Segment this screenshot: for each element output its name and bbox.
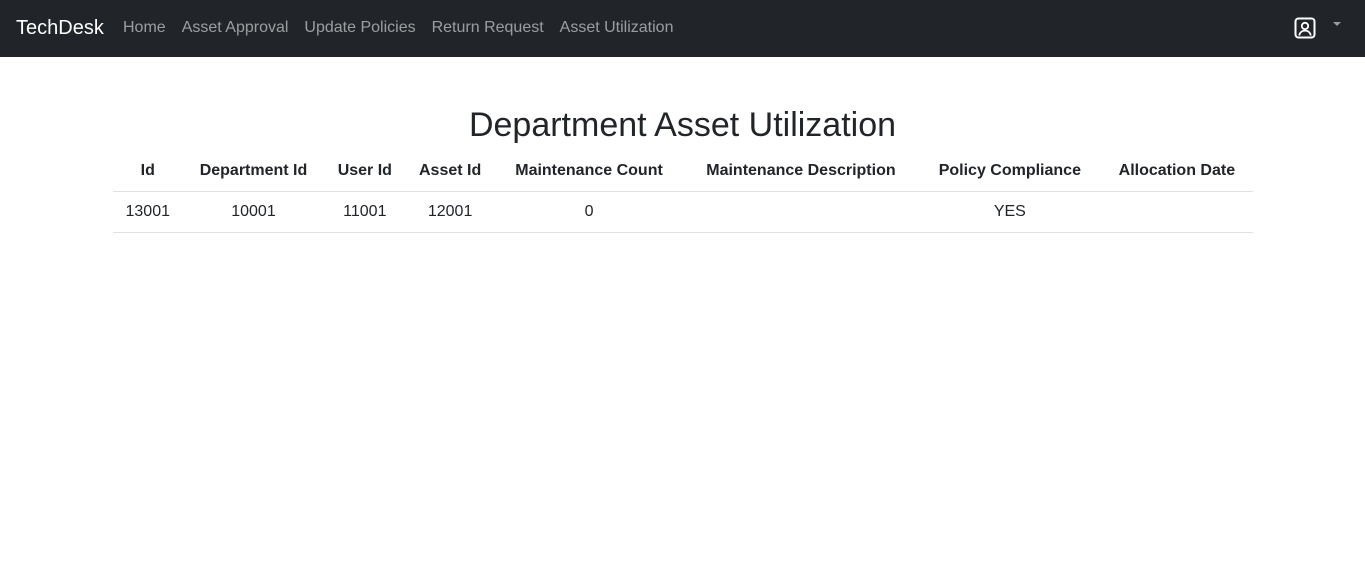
column-header-allocation-date: Allocation Date <box>1100 151 1253 192</box>
column-header-maintenance-description: Maintenance Description <box>682 151 919 192</box>
table-row: 13001 10001 11001 12001 0 YES <box>113 191 1253 233</box>
cell-allocation-date <box>1100 191 1253 233</box>
column-header-maintenance-count: Maintenance Count <box>495 151 683 192</box>
nav-update-policies[interactable]: Update Policies <box>296 16 423 40</box>
column-header-id: Id <box>113 151 183 192</box>
caret-down-icon <box>1333 22 1341 26</box>
cell-user-id: 11001 <box>324 191 406 233</box>
cell-maintenance-description <box>682 191 919 233</box>
cell-department-id: 10001 <box>182 191 325 233</box>
column-header-policy-compliance: Policy Compliance <box>918 151 1101 192</box>
nav-return-request[interactable]: Return Request <box>424 16 552 40</box>
cell-maintenance-count: 0 <box>495 191 683 233</box>
user-menu-toggle[interactable] <box>1294 17 1341 39</box>
user-badge-icon <box>1294 17 1316 39</box>
nav-links: Home Asset Approval Update Policies Retu… <box>115 16 681 40</box>
column-header-user-id: User Id <box>324 151 406 192</box>
column-header-department-id: Department Id <box>182 151 325 192</box>
cell-asset-id: 12001 <box>405 191 496 233</box>
brand-link[interactable]: TechDesk <box>16 15 104 41</box>
column-header-asset-id: Asset Id <box>405 151 496 192</box>
top-navbar: TechDesk Home Asset Approval Update Poli… <box>0 0 1365 57</box>
nav-asset-approval[interactable]: Asset Approval <box>174 16 297 40</box>
table-header-row: Id Department Id User Id Asset Id Mainte… <box>113 151 1253 192</box>
utilization-table-container: Id Department Id User Id Asset Id Mainte… <box>113 151 1253 233</box>
cell-id: 13001 <box>113 191 183 233</box>
nav-asset-utilization[interactable]: Asset Utilization <box>552 16 682 40</box>
utilization-table: Id Department Id User Id Asset Id Mainte… <box>113 151 1253 233</box>
nav-home[interactable]: Home <box>115 16 174 40</box>
cell-policy-compliance: YES <box>918 191 1101 233</box>
page-title: Department Asset Utilization <box>468 106 897 144</box>
